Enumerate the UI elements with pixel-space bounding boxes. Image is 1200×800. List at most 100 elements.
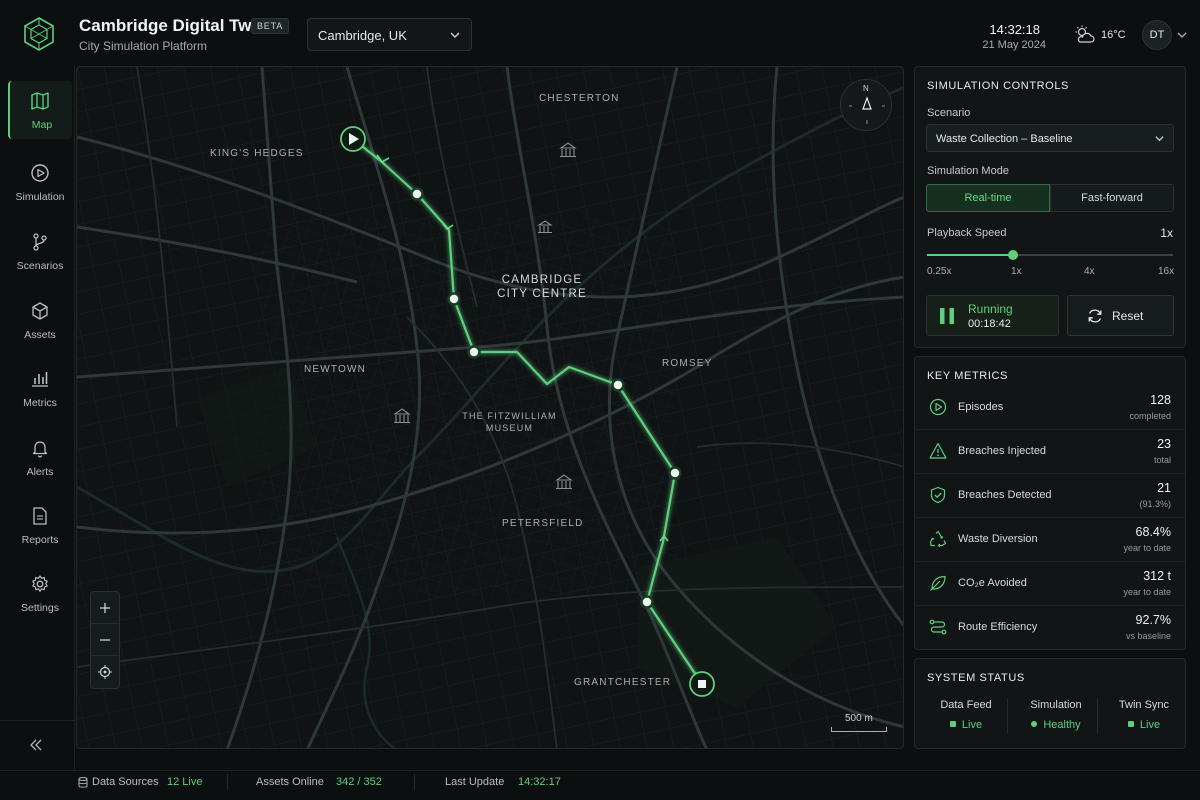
chevron-down-icon (1155, 136, 1164, 142)
footer-divider (227, 774, 228, 790)
metric-subtext: completed (1129, 411, 1171, 421)
metric-subtext: total (1153, 455, 1171, 465)
metric-value: 21 (1157, 481, 1171, 495)
map-streets (77, 67, 903, 748)
sidebar-item-label: Settings (21, 602, 59, 614)
city-map[interactable]: CHESTERTON KING'S HEDGES CAMBRIDGE CITY … (76, 66, 904, 749)
app-header: Cambridge Digital Twin BETA City Simulat… (0, 0, 1200, 66)
metric-name: Episodes (958, 401, 1004, 413)
chevron-down-icon[interactable] (1177, 31, 1187, 39)
sidebar-item-simulation[interactable]: Simulation (8, 153, 72, 211)
logo-icon (24, 17, 54, 51)
sidebar-item-label: Assets (24, 329, 56, 341)
playback-speed-thumb[interactable] (1008, 250, 1019, 260)
reset-button[interactable]: Reset (1067, 295, 1174, 336)
mode-realtime-button[interactable]: Real-time (926, 184, 1050, 212)
status-name: Twin Sync (1118, 699, 1170, 711)
map-label-fitzwilliam-line2: MUSEUM (485, 423, 534, 433)
metric-value: 312 t (1143, 569, 1171, 583)
status-name: Data Feed (940, 699, 992, 711)
panel-title: SIMULATION CONTROLS (927, 80, 1069, 92)
cube-icon (32, 302, 48, 320)
metric-value: 128 (1150, 393, 1171, 407)
play-circle-icon (31, 164, 49, 182)
clock-date: 21 May 2024 (982, 39, 1046, 51)
metric-subtext: (91.3%) (1139, 499, 1171, 509)
sidebar-item-scenarios[interactable]: Scenarios (8, 222, 72, 280)
playback-speed-slider[interactable] (927, 250, 1173, 260)
play-circle-icon (929, 398, 947, 416)
status-data-feed: Data Feed Live (921, 699, 1011, 731)
map-label-romsey: ROMSEY (662, 358, 713, 369)
partly-cloudy-icon (1075, 25, 1095, 43)
panel-title: KEY METRICS (927, 370, 1008, 382)
status-indicator (1031, 721, 1038, 727)
database-icon (78, 777, 88, 788)
route-end-marker[interactable] (689, 671, 715, 697)
status-divider (1097, 699, 1098, 733)
speed-tick: 0.25x (927, 266, 952, 277)
pause-button[interactable]: Running 00:18:42 (926, 295, 1059, 336)
pause-icon (940, 308, 954, 324)
metric-row: Breaches Detected 21 (91.3%) (915, 474, 1185, 518)
compass[interactable]: N (840, 79, 892, 131)
playback-speed-fill (927, 254, 1014, 256)
refresh-icon (1088, 309, 1102, 323)
weather-temperature: 16°C (1101, 29, 1126, 41)
metric-row: CO₂e Avoided 312 t year to date (915, 562, 1185, 606)
sidebar-item-assets[interactable]: Assets (8, 291, 72, 349)
status-value: Live (961, 719, 983, 731)
sidebar-item-alerts[interactable]: Alerts (8, 428, 72, 486)
branch-icon (33, 233, 47, 251)
locate-button[interactable] (91, 656, 119, 688)
map-label-city-centre-line2: CITY CENTRE (497, 288, 587, 300)
scenario-label: Scenario (927, 107, 971, 119)
map-label-chesterton: CHESTERTON (539, 93, 620, 104)
metric-name: Breaches Injected (958, 445, 1047, 457)
map-scale-label: 500 m (845, 713, 873, 724)
clock-time: 14:32:18 (989, 22, 1040, 37)
mode-fastforward-button[interactable]: Fast-forward (1050, 184, 1174, 212)
sidebar-item-label: Scenarios (16, 260, 64, 272)
map-label-city-centre-line1: CAMBRIDGE (501, 274, 583, 286)
gear-icon (32, 575, 48, 592)
metric-name: CO₂e Avoided (958, 577, 1027, 589)
status-value: Healthy (1043, 719, 1081, 731)
app-title: Cambridge Digital Twin (79, 16, 267, 35)
map-label-grantchester: GRANTCHESTER (574, 677, 672, 688)
bell-icon (32, 441, 48, 458)
status-twin-sync: Twin Sync Live (1099, 699, 1189, 731)
zoom-in-button[interactable] (91, 592, 119, 624)
map-label-fitzwilliam-line1: THE FITZWILLIAM (462, 411, 557, 421)
last-update-value: 14:32:17 (518, 776, 561, 788)
user-avatar[interactable]: DT (1142, 20, 1172, 50)
scenario-select[interactable]: Waste Collection – Baseline (926, 124, 1174, 152)
zoom-out-button[interactable] (91, 624, 119, 656)
route-start-marker[interactable] (340, 126, 366, 152)
route-icon (929, 619, 947, 635)
metric-subtext: year to date (1123, 587, 1171, 597)
sidebar-item-label: Simulation (15, 191, 65, 203)
speed-tick: 16x (1158, 266, 1175, 277)
status-divider (1007, 699, 1008, 733)
minus-icon (100, 639, 110, 641)
metric-value: 23 (1157, 437, 1171, 451)
sidebar-item-map[interactable]: Map (8, 81, 72, 139)
sidebar-item-settings[interactable]: Settings (8, 564, 72, 622)
assets-online-value: 342 / 352 (336, 776, 382, 788)
assets-online-label: Assets Online (256, 776, 324, 788)
recycle-icon (929, 530, 947, 548)
plus-icon (100, 603, 110, 613)
map-scale-bar (831, 727, 887, 732)
status-name: Simulation (1030, 699, 1082, 711)
sidebar-item-reports[interactable]: Reports (8, 496, 72, 554)
compass-needle-icon (849, 96, 885, 124)
chevron-down-icon (450, 32, 460, 38)
footer-divider (414, 774, 415, 790)
collapse-sidebar-icon[interactable] (28, 738, 44, 752)
document-icon (33, 507, 47, 525)
leaf-icon (930, 575, 946, 591)
city-select[interactable]: Cambridge, UK (307, 18, 472, 51)
sidebar-item-metrics[interactable]: Metrics (8, 359, 72, 417)
sidebar-item-label: Alerts (26, 466, 54, 478)
